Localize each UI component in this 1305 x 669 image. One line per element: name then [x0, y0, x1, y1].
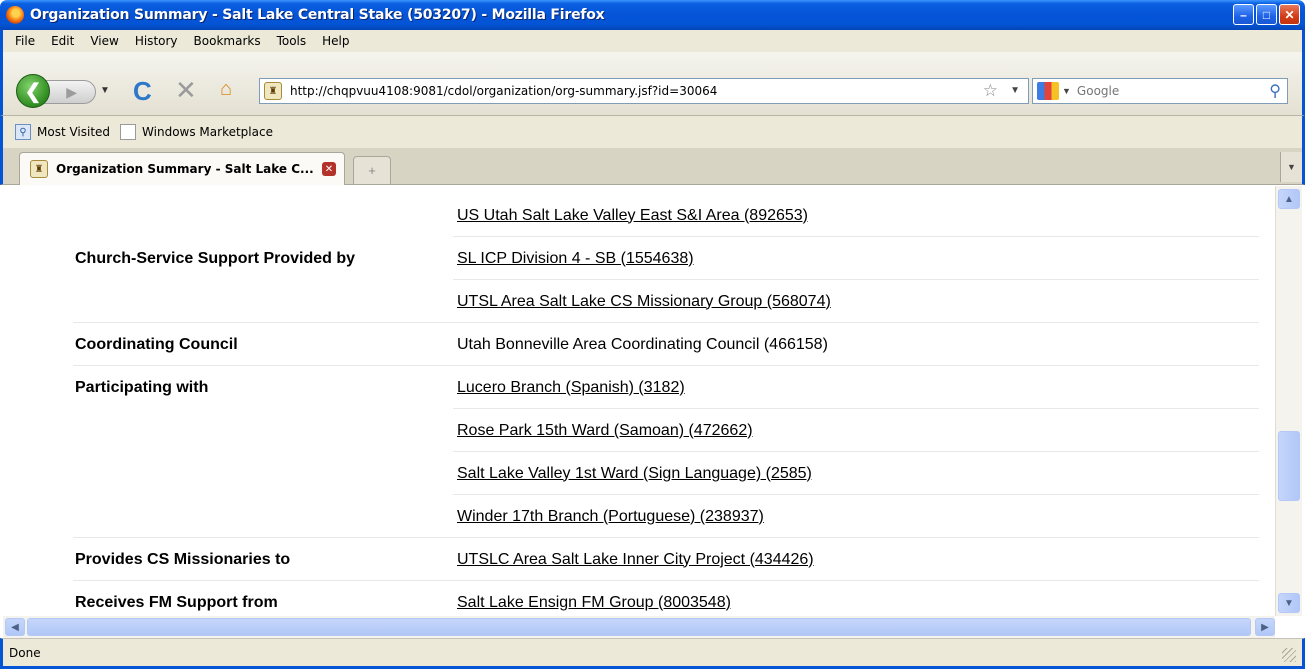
table-row: Winder 17th Branch (Portuguese) (238937): [73, 495, 1259, 538]
bookmark-star-icon[interactable]: ☆: [983, 81, 998, 101]
tab-organization-summary[interactable]: ♜ Organization Summary - Salt Lake C... …: [19, 152, 345, 185]
menu-history[interactable]: History: [127, 34, 186, 48]
scroll-down-icon[interactable]: ▼: [1278, 593, 1300, 613]
row-label: Receives FM Support from: [75, 593, 278, 611]
bookmark-most-visited[interactable]: ⚲ Most Visited: [15, 124, 110, 140]
tab-close-icon[interactable]: ✕: [322, 162, 336, 176]
window-title: Organization Summary - Salt Lake Central…: [30, 7, 605, 23]
bookmark-label: Most Visited: [37, 125, 111, 139]
org-link[interactable]: Lucero Branch (Spanish) (3182): [457, 379, 685, 397]
close-button[interactable]: ✕: [1279, 4, 1300, 25]
forward-button[interactable]: ▶: [44, 80, 96, 104]
org-link[interactable]: Winder 17th Branch (Portuguese) (238937): [457, 508, 764, 526]
table-row: Receives FM Support from Salt Lake Ensig…: [73, 581, 1259, 616]
table-row: Participating with Lucero Branch (Spanis…: [73, 366, 1259, 409]
search-input[interactable]: [1076, 84, 1257, 98]
org-link[interactable]: Salt Lake Ensign FM Group (8003548): [457, 594, 731, 612]
home-icon[interactable]: ⌂: [220, 78, 232, 101]
back-arrow-icon: ❮: [24, 80, 42, 103]
url-dropdown-icon[interactable]: ▼: [1010, 85, 1020, 96]
status-text: Done: [9, 645, 41, 660]
google-engine-icon[interactable]: [1037, 82, 1059, 100]
horizontal-scroll-thumb[interactable]: [27, 618, 1251, 636]
table-row: Coordinating Council Utah Bonneville Are…: [73, 323, 1259, 366]
stop-icon[interactable]: ✕: [175, 75, 197, 106]
window-title-bar: Organization Summary - Salt Lake Central…: [0, 0, 1305, 30]
bookmark-windows-marketplace[interactable]: Windows Marketplace: [120, 124, 273, 140]
menu-bar: File Edit View History Bookmarks Tools H…: [0, 30, 1305, 52]
resize-grip-icon[interactable]: [1282, 648, 1296, 662]
forward-arrow-icon: ▶: [66, 83, 77, 100]
row-label: Participating with: [75, 378, 209, 396]
bookmarks-toolbar: ⚲ Most Visited Windows Marketplace: [0, 116, 1305, 148]
table-row: Provides CS Missionaries to UTSLC Area S…: [73, 538, 1259, 581]
search-icon[interactable]: ⚲: [1269, 81, 1281, 101]
table-row: Church-Service Support Provided by SL IC…: [73, 237, 1259, 280]
org-value: Utah Bonneville Area Coordinating Counci…: [457, 335, 828, 353]
org-link[interactable]: UTSLC Area Salt Lake Inner City Project …: [457, 551, 814, 569]
history-dropdown-icon[interactable]: ▼: [100, 85, 110, 96]
firefox-icon: [6, 6, 24, 24]
new-tab-button[interactable]: +: [353, 156, 391, 184]
tab-favicon: ♜: [30, 160, 48, 178]
engine-dropdown-icon[interactable]: ▼: [1062, 86, 1071, 96]
status-bar: Done: [0, 638, 1305, 669]
scroll-right-icon[interactable]: ▶: [1255, 618, 1275, 636]
page-content: US Utah Salt Lake Valley East S&I Area (…: [3, 186, 1275, 616]
back-button[interactable]: ❮: [16, 74, 50, 108]
org-link[interactable]: Salt Lake Valley 1st Ward (Sign Language…: [457, 465, 812, 483]
minimize-button[interactable]: –: [1233, 4, 1254, 25]
bookmark-label: Windows Marketplace: [142, 125, 273, 139]
scroll-left-icon[interactable]: ◀: [5, 618, 25, 636]
tab-list-dropdown-icon[interactable]: ▼: [1280, 152, 1302, 182]
scroll-up-icon[interactable]: ▲: [1278, 189, 1300, 209]
menu-file[interactable]: File: [7, 34, 43, 48]
tab-label: Organization Summary - Salt Lake C...: [56, 162, 314, 176]
reload-icon[interactable]: C: [133, 76, 152, 107]
row-label: Provides CS Missionaries to: [75, 550, 291, 568]
menu-bookmarks[interactable]: Bookmarks: [186, 34, 269, 48]
horizontal-scrollbar[interactable]: ◀ ▶: [3, 616, 1275, 638]
row-label: Coordinating Council: [75, 335, 238, 353]
org-link[interactable]: Rose Park 15th Ward (Samoan) (472662): [457, 422, 753, 440]
row-label: Church-Service Support Provided by: [75, 249, 356, 267]
organization-summary-table: US Utah Salt Lake Valley East S&I Area (…: [73, 194, 1259, 616]
menu-view[interactable]: View: [82, 34, 126, 48]
tab-bar: ♜ Organization Summary - Salt Lake C... …: [0, 148, 1305, 185]
address-bar[interactable]: ♜ http://chqpvuu4108:9081/cdol/organizat…: [259, 78, 1029, 104]
site-identity-icon[interactable]: ♜: [264, 82, 282, 100]
most-visited-icon: ⚲: [15, 124, 31, 140]
table-row: US Utah Salt Lake Valley East S&I Area (…: [73, 194, 1259, 237]
plus-icon: +: [368, 163, 376, 178]
org-link[interactable]: SL ICP Division 4 - SB (1554638): [457, 250, 694, 268]
url-text[interactable]: http://chqpvuu4108:9081/cdol/organizatio…: [290, 84, 717, 98]
page-icon: [120, 124, 137, 140]
table-row: UTSL Area Salt Lake CS Missionary Group …: [73, 280, 1259, 323]
menu-edit[interactable]: Edit: [43, 34, 82, 48]
vertical-scrollbar[interactable]: ▲ ▼: [1275, 186, 1302, 616]
vertical-scroll-thumb[interactable]: [1278, 431, 1300, 501]
window-controls: – □ ✕: [1233, 4, 1300, 25]
org-link[interactable]: UTSL Area Salt Lake CS Missionary Group …: [457, 293, 831, 311]
menu-tools[interactable]: Tools: [269, 34, 315, 48]
table-row: Rose Park 15th Ward (Samoan) (472662): [73, 409, 1259, 452]
maximize-button[interactable]: □: [1256, 4, 1277, 25]
org-link[interactable]: US Utah Salt Lake Valley East S&I Area (…: [457, 207, 808, 225]
search-bar[interactable]: ▼ ⚲: [1032, 78, 1288, 104]
menu-help[interactable]: Help: [314, 34, 357, 48]
table-row: Salt Lake Valley 1st Ward (Sign Language…: [73, 452, 1259, 495]
